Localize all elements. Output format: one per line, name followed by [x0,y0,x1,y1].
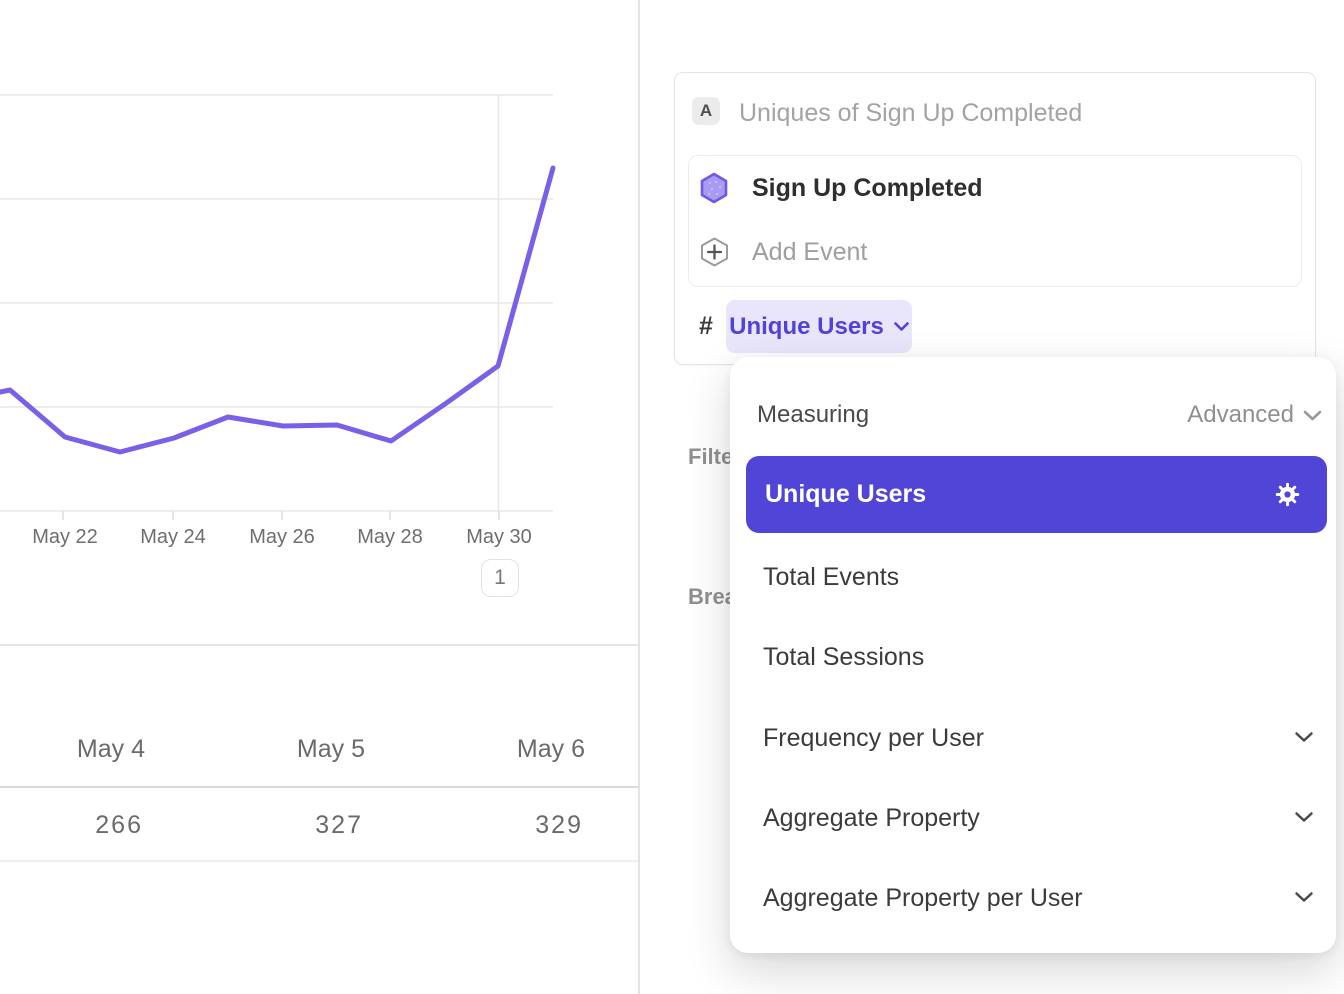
menu-item-aggregate-property[interactable]: Aggregate Property [763,804,980,833]
menu-item-frequency-per-user[interactable]: Frequency per User [763,724,984,753]
chevron-down-icon[interactable] [1294,731,1314,743]
add-event-button[interactable]: Add Event [699,236,1019,268]
line-chart [0,0,639,525]
hash-symbol: # [699,312,713,341]
chart-gridlines [0,95,553,511]
menu-item-unique-users[interactable]: Unique Users [746,456,1327,533]
event-name: Sign Up Completed [752,174,983,203]
measurement-chip-label: Unique Users [729,313,884,341]
x-tick-label: May 24 [140,526,206,549]
measuring-dropdown-menu: Measuring Advanced Unique Users [730,357,1336,953]
add-event-label: Add Event [752,238,867,267]
event-hexagon-icon [700,172,728,204]
measuring-label: Measuring [757,401,869,429]
gear-icon[interactable] [1274,481,1301,508]
chart-axis-ticks [63,511,499,520]
series-letter-badge: A [692,97,720,125]
pagination-badge[interactable]: 1 [481,559,519,597]
table-value-cell: 266 [0,811,143,840]
add-event-icon [699,236,730,268]
metric-title: Uniques of Sign Up Completed [739,99,1082,128]
section-divider [0,644,638,646]
x-tick-label: May 28 [357,526,423,549]
event-row[interactable]: Sign Up Completed [700,172,1020,204]
table-header-divider [0,786,638,788]
table-row-divider [0,860,638,862]
menu-item-total-sessions[interactable]: Total Sessions [763,643,924,672]
insights-report: May 22 May 24 May 26 May 28 May 30 1 May… [0,0,1344,994]
table-header-cell: May 5 [220,735,365,764]
table-header-cell: May 4 [0,735,145,764]
measurement-chip[interactable]: Unique Users [726,300,912,353]
x-tick-label: May 26 [249,526,315,549]
vertical-section-divider [638,0,640,994]
chevron-down-icon[interactable] [1294,811,1314,823]
chevron-down-icon [894,322,909,332]
chart-line [0,168,553,452]
x-tick-label: May 22 [32,526,98,549]
menu-item-aggregate-property-per-user[interactable]: Aggregate Property per User [763,884,1083,913]
table-header-cell: May 6 [440,735,585,764]
measuring-mode-selector[interactable]: Advanced [1187,401,1322,429]
table-value-cell: 327 [220,811,363,840]
table-value-cell: 329 [440,811,583,840]
chevron-down-icon [1303,410,1322,421]
menu-item-label: Unique Users [765,480,926,509]
measuring-mode-label: Advanced [1187,401,1294,429]
x-tick-label: May 30 [466,526,532,549]
chevron-down-icon[interactable] [1294,891,1314,903]
menu-item-total-events[interactable]: Total Events [763,563,899,592]
